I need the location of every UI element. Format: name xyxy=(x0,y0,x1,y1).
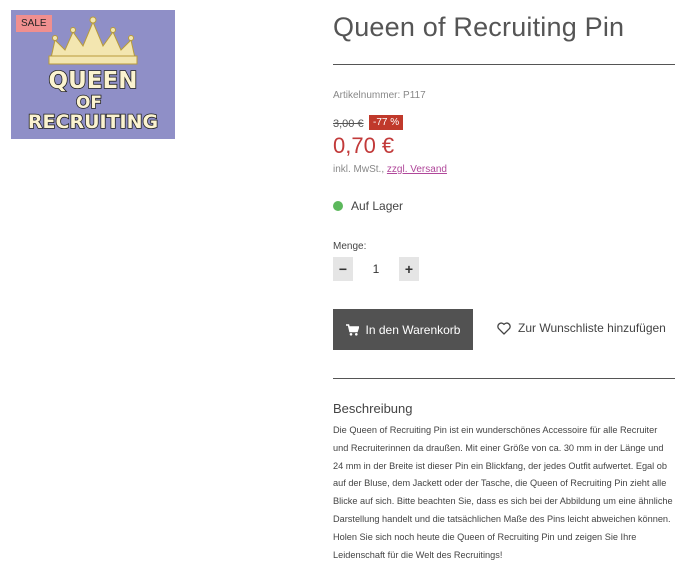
stock-status: Auf Lager xyxy=(333,199,403,213)
stock-text: Auf Lager xyxy=(351,199,404,213)
shipping-link[interactable]: zzgl. Versand xyxy=(387,164,447,175)
image-text-of: OF xyxy=(76,93,102,113)
quantity-value[interactable]: 1 xyxy=(361,262,391,276)
quantity-increase-button[interactable]: + xyxy=(399,257,419,281)
divider xyxy=(333,64,675,65)
add-to-cart-label: In den Warenkorb xyxy=(365,322,461,337)
wishlist-label: Zur Wunschliste hinzufügen xyxy=(518,321,666,335)
tax-text: inkl. MwSt., xyxy=(333,164,385,175)
price: 0,70 € xyxy=(333,133,395,158)
product-image[interactable]: QUEEN OF RECRUITING SALE xyxy=(11,10,175,139)
sku-value: P117 xyxy=(403,90,426,101)
old-price: 3,00 € xyxy=(333,118,364,130)
heart-icon xyxy=(497,321,511,335)
quantity-stepper: − 1 + xyxy=(333,256,419,282)
description-text: Die Queen of Recruiting Pin ist ein wund… xyxy=(333,425,673,560)
sku-label: Artikelnummer: xyxy=(333,90,401,101)
sale-badge: SALE xyxy=(16,15,52,32)
image-text-queen: QUEEN xyxy=(49,68,138,94)
image-text-recruiting: RECRUITING xyxy=(28,111,158,133)
status-dot-icon xyxy=(333,201,343,211)
sku: Artikelnummer: P117 xyxy=(333,90,426,101)
shopping-cart-icon xyxy=(345,323,359,336)
product-title: Queen of Recruiting Pin xyxy=(333,12,625,42)
quantity-label: Menge: xyxy=(333,241,367,252)
divider xyxy=(333,378,675,379)
add-to-cart-button[interactable]: In den Warenkorb xyxy=(333,309,473,350)
discount-badge: -77 % xyxy=(369,115,404,130)
quantity-decrease-button[interactable]: − xyxy=(333,257,353,281)
tax-info: inkl. MwSt., zzgl. Versand xyxy=(333,164,447,175)
description-heading: Beschreibung xyxy=(333,401,413,416)
add-to-wishlist-button[interactable]: Zur Wunschliste hinzufügen xyxy=(497,321,666,335)
